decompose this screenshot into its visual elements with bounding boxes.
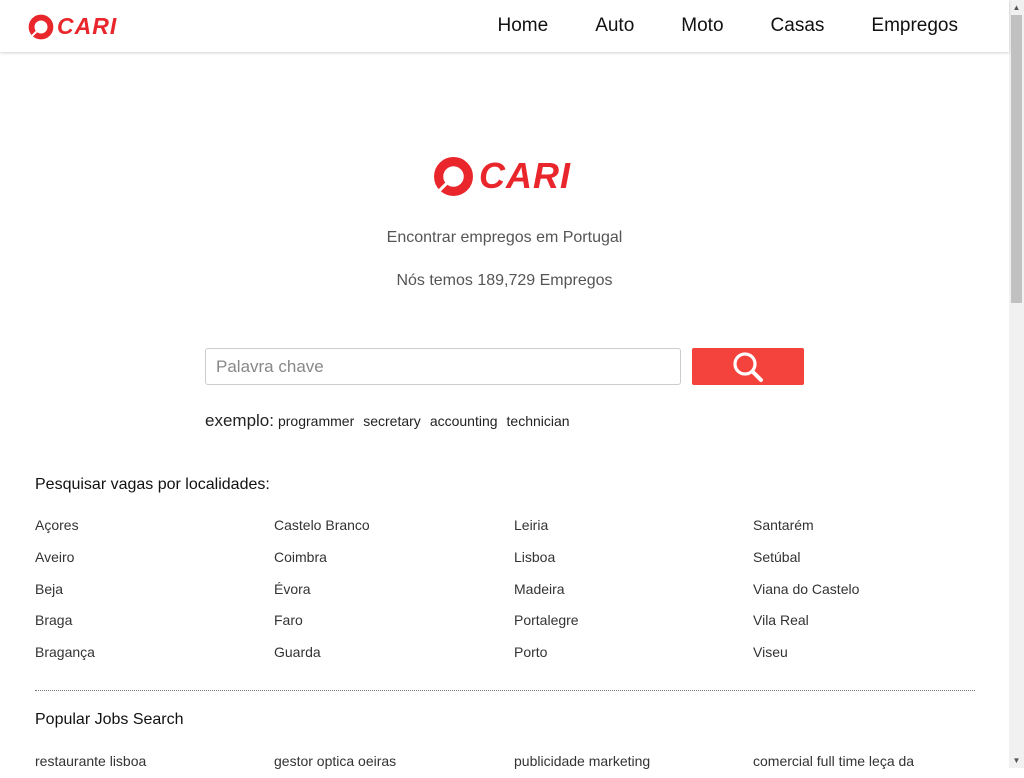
location-link[interactable]: Castelo Branco [274, 510, 514, 542]
example-link[interactable]: programmer [278, 413, 354, 429]
location-link[interactable]: Guarda [274, 637, 514, 669]
scroll-up-arrow-icon[interactable]: ▲ [1009, 0, 1024, 15]
section-divider [35, 690, 975, 691]
example-link[interactable]: secretary [363, 413, 421, 429]
location-link[interactable]: Coimbra [274, 542, 514, 574]
nav-empregos[interactable]: Empregos [871, 15, 958, 37]
nav-casas[interactable]: Casas [771, 15, 825, 37]
location-link[interactable]: Bragança [35, 637, 274, 669]
header-logo[interactable]: CARI [28, 13, 117, 40]
logo-wordmark: CARI [57, 13, 118, 39]
location-link[interactable]: Açores [35, 510, 274, 542]
search-icon [733, 351, 763, 382]
location-link[interactable]: Viana do Castelo [753, 574, 995, 606]
examples-label: exemplo: [205, 411, 274, 430]
locations-title: Pesquisar vagas por localidades: [35, 476, 270, 493]
hero-logo-wordmark: CARI [479, 155, 571, 196]
popular-search-link[interactable]: publicidade marketing [514, 746, 753, 778]
popular-search-link[interactable]: restaurante lisboa [35, 746, 274, 778]
scrollbar-thumb[interactable] [1011, 15, 1022, 303]
nav-home[interactable]: Home [498, 15, 549, 37]
popular-search-link[interactable]: comercial full time leça da [753, 746, 995, 778]
popular-grid: restaurante lisboa gestor optica oeiras … [35, 746, 995, 778]
hero-logo: CARI [433, 155, 571, 197]
page-scrollbar[interactable]: ▲ ▼ [1009, 0, 1024, 768]
location-link[interactable]: Vila Real [753, 605, 995, 637]
location-link[interactable]: Braga [35, 605, 274, 637]
popular-title: Popular Jobs Search [35, 711, 184, 728]
search-examples: exemplo: programmer secretary accounting… [205, 411, 579, 431]
location-link[interactable]: Faro [274, 605, 514, 637]
location-link[interactable]: Aveiro [35, 542, 274, 574]
location-link[interactable]: Santarém [753, 510, 995, 542]
keyword-search-input[interactable] [205, 348, 681, 385]
top-navigation-bar: CARI Home Auto Moto Casas Empregos [0, 0, 1009, 52]
nav-auto[interactable]: Auto [595, 15, 634, 37]
locations-grid: Açores Castelo Branco Leiria Santarém Av… [35, 510, 995, 669]
example-link[interactable]: technician [507, 413, 570, 429]
job-count: Nós temos 189,729 Empregos [396, 272, 613, 289]
location-link[interactable]: Portalegre [514, 605, 753, 637]
location-link[interactable]: Madeira [514, 574, 753, 606]
lifebuoy-logo-icon [434, 156, 473, 196]
nav-moto[interactable]: Moto [681, 15, 723, 37]
scroll-down-arrow-icon[interactable]: ▼ [1009, 753, 1024, 768]
hero-tagline: Encontrar empregos em Portugal [386, 229, 623, 246]
lifebuoy-logo-icon [28, 14, 54, 39]
example-link[interactable]: accounting [430, 413, 498, 429]
location-link[interactable]: Lisboa [514, 542, 753, 574]
location-link[interactable]: Setúbal [753, 542, 995, 574]
location-link[interactable]: Beja [35, 574, 274, 606]
search-button[interactable] [692, 348, 804, 385]
main-nav: Home Auto Moto Casas Empregos [451, 0, 959, 52]
location-link[interactable]: Évora [274, 574, 514, 606]
location-link[interactable]: Leiria [514, 510, 753, 542]
popular-search-link[interactable]: gestor optica oeiras [274, 746, 514, 778]
location-link[interactable]: Porto [514, 637, 753, 669]
location-link[interactable]: Viseu [753, 637, 995, 669]
